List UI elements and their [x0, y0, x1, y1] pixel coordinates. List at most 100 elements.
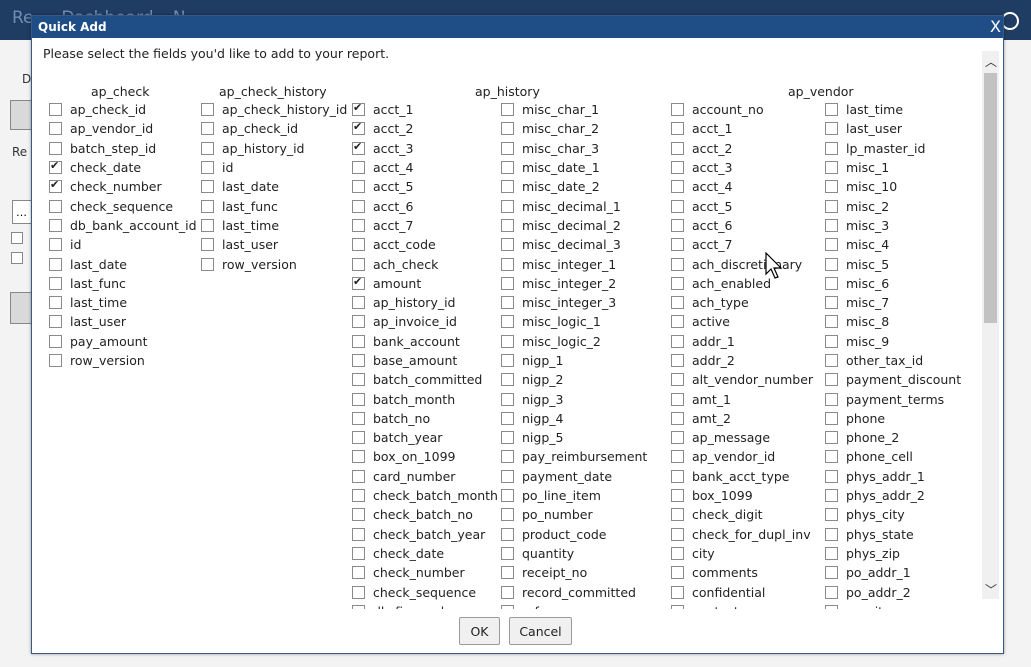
field-checkbox[interactable]	[201, 218, 214, 232]
field-option[interactable]: account_no	[671, 100, 813, 119]
field-option[interactable]: misc_integer_3	[501, 293, 647, 312]
field-option[interactable]: ap_check_id	[201, 119, 347, 138]
field-checkbox[interactable]	[671, 276, 684, 290]
field-option[interactable]: misc_1	[825, 158, 961, 177]
field-checkbox[interactable]	[352, 334, 365, 348]
field-option[interactable]: acct_5	[671, 196, 813, 215]
field-checkbox[interactable]	[501, 489, 514, 503]
field-checkbox[interactable]	[352, 140, 365, 155]
field-checkbox[interactable]	[671, 103, 684, 117]
field-checkbox[interactable]	[352, 199, 365, 213]
scrollbar-thumb[interactable]	[984, 73, 997, 323]
field-option[interactable]: acct_5	[352, 177, 498, 196]
field-checkbox[interactable]	[671, 315, 684, 329]
field-option[interactable]: ap_invoice_id	[352, 312, 498, 331]
field-checkbox[interactable]	[825, 257, 838, 271]
field-option[interactable]: batch_no	[352, 409, 498, 428]
field-option[interactable]: nigp_5	[501, 428, 647, 447]
field-checkbox[interactable]	[825, 354, 838, 367]
field-checkbox[interactable]	[352, 315, 365, 329]
field-option[interactable]: acct_1	[352, 100, 498, 119]
field-option[interactable]: po_line_item	[501, 486, 647, 505]
field-option[interactable]: po_city	[825, 602, 961, 609]
field-checkbox[interactable]	[501, 373, 514, 387]
field-option[interactable]: record_committed	[501, 582, 647, 601]
field-option[interactable]: check_batch_month	[352, 486, 498, 505]
field-option[interactable]: nigp_1	[501, 351, 647, 370]
field-checkbox[interactable]	[501, 354, 514, 367]
field-option[interactable]: batch_step_id	[49, 139, 197, 158]
field-checkbox[interactable]	[825, 469, 838, 483]
field-checkbox[interactable]	[825, 585, 838, 599]
field-checkbox[interactable]	[671, 199, 684, 213]
field-checkbox[interactable]	[201, 122, 214, 136]
field-checkbox[interactable]	[352, 566, 365, 580]
field-option[interactable]: misc_logic_2	[501, 332, 647, 351]
field-option[interactable]: check_date	[49, 158, 197, 177]
field-option[interactable]: check_number	[49, 177, 197, 196]
field-checkbox[interactable]	[671, 141, 684, 155]
field-option[interactable]: batch_month	[352, 389, 498, 408]
field-option[interactable]: amt_1	[671, 389, 813, 408]
field-option[interactable]: ach_type	[671, 293, 813, 312]
field-checkbox[interactable]	[49, 257, 62, 271]
field-checkbox[interactable]	[671, 585, 684, 599]
field-option[interactable]: check_batch_year	[352, 525, 498, 544]
field-option[interactable]: acct_2	[671, 139, 813, 158]
field-checkbox[interactable]	[825, 489, 838, 503]
field-option[interactable]: ap_vendor_id	[671, 447, 813, 466]
field-checkbox[interactable]	[201, 141, 214, 155]
field-checkbox[interactable]	[352, 180, 365, 194]
field-option[interactable]: misc_2	[825, 196, 961, 215]
field-checkbox[interactable]	[825, 218, 838, 232]
field-option[interactable]: last_date	[49, 254, 197, 273]
field-option[interactable]: id	[49, 235, 197, 254]
field-option[interactable]: misc_date_2	[501, 177, 647, 196]
field-option[interactable]: last_func	[49, 274, 197, 293]
field-checkbox[interactable]	[352, 275, 365, 290]
field-option[interactable]: acct_6	[671, 216, 813, 235]
field-option[interactable]: ach_enabled	[671, 274, 813, 293]
field-option[interactable]: po_addr_1	[825, 563, 961, 582]
field-option[interactable]: ap_history_id	[352, 293, 498, 312]
field-option[interactable]: misc_3	[825, 216, 961, 235]
field-checkbox[interactable]	[671, 161, 684, 175]
field-option[interactable]: row_version	[201, 254, 347, 273]
field-option[interactable]: addr_2	[671, 351, 813, 370]
field-checkbox[interactable]	[501, 392, 514, 406]
field-checkbox[interactable]	[352, 120, 365, 136]
field-checkbox[interactable]	[49, 296, 62, 310]
field-checkbox[interactable]	[671, 469, 684, 483]
cancel-button[interactable]: Cancel	[509, 617, 572, 645]
chevron-down-icon[interactable]: ﹀	[985, 581, 997, 598]
field-option[interactable]: misc_5	[825, 254, 961, 273]
field-option[interactable]: misc_char_3	[501, 139, 647, 158]
field-option[interactable]: misc_9	[825, 332, 961, 351]
field-checkbox[interactable]	[49, 122, 62, 136]
field-checkbox[interactable]	[501, 315, 514, 329]
field-checkbox[interactable]	[825, 141, 838, 155]
field-checkbox[interactable]	[501, 450, 514, 464]
field-checkbox[interactable]	[825, 276, 838, 290]
field-option[interactable]: phone	[825, 409, 961, 428]
field-option[interactable]: phys_addr_2	[825, 486, 961, 505]
field-checkbox[interactable]	[501, 141, 514, 155]
field-option[interactable]: phone_cell	[825, 447, 961, 466]
field-option[interactable]: acct_4	[671, 177, 813, 196]
field-option[interactable]: phys_state	[825, 525, 961, 544]
field-option[interactable]: ach_discretionary	[671, 254, 813, 273]
field-checkbox[interactable]	[501, 469, 514, 483]
field-option[interactable]: lp_master_id	[825, 139, 961, 158]
field-option[interactable]: last_time	[49, 293, 197, 312]
field-option[interactable]: check_sequence	[352, 582, 498, 601]
field-option[interactable]: misc_integer_1	[501, 254, 647, 273]
field-option[interactable]: pay_reimbursement	[501, 447, 647, 466]
field-checkbox[interactable]	[49, 315, 62, 329]
field-checkbox[interactable]	[825, 566, 838, 580]
field-checkbox[interactable]	[49, 276, 62, 290]
field-checkbox[interactable]	[352, 508, 365, 522]
field-option[interactable]: card_number	[352, 467, 498, 486]
field-checkbox[interactable]	[825, 604, 838, 609]
field-checkbox[interactable]	[501, 257, 514, 271]
field-checkbox[interactable]	[825, 411, 838, 425]
